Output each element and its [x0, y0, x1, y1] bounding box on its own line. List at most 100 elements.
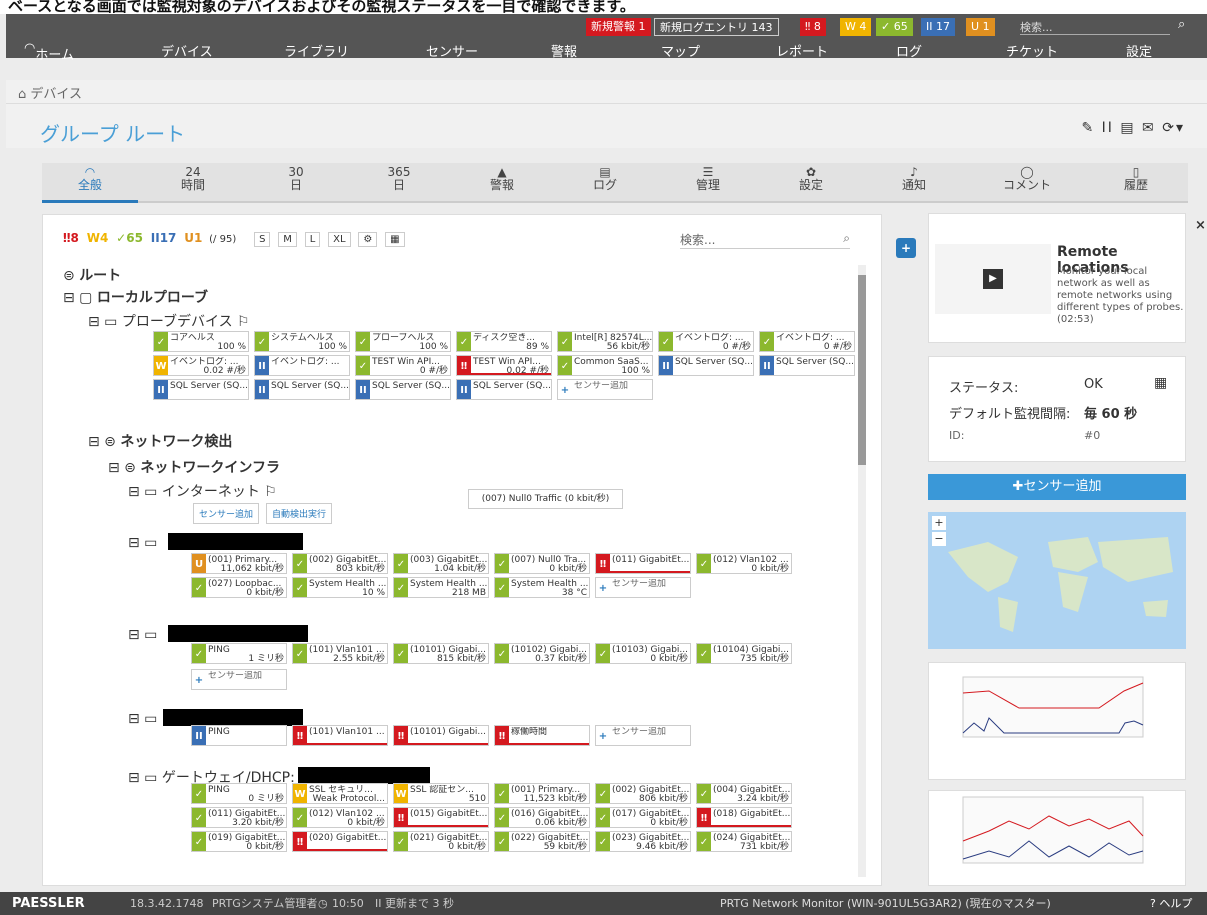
- sensor-tile[interactable]: II SQL Server (SQ...: [456, 379, 552, 400]
- sensor-tile[interactable]: ✓ (10102) Gigabi... 0.37 kbit/秒: [494, 643, 590, 664]
- nav-setup[interactable]: 設定: [1126, 41, 1152, 60]
- nav-devices[interactable]: デバイス: [161, 41, 213, 60]
- sensor-tile[interactable]: ✓ PING 1 ミリ秒: [191, 643, 287, 664]
- sensor-tile[interactable]: ✓ (027) Loopbac... 0 kbit/秒: [191, 577, 287, 598]
- nav-logs[interactable]: ログ: [896, 41, 922, 60]
- size-m-button[interactable]: M: [278, 232, 297, 247]
- nav-alarms[interactable]: 警報: [551, 41, 577, 60]
- nav-reports[interactable]: レポート: [776, 41, 828, 60]
- sensor-tile[interactable]: ✓ Common SaaS... 100 %: [557, 355, 653, 376]
- add-sensor-tile[interactable]: + センサー追加: [191, 669, 287, 690]
- filter-up[interactable]: ✓65: [116, 231, 143, 245]
- sensor-tile[interactable]: ✓ (024) GigabitEt... 731 kbit/秒: [696, 831, 792, 852]
- zoom-in-button[interactable]: +: [932, 516, 946, 530]
- sensor-tile[interactable]: II イベントログ: ...: [254, 355, 350, 376]
- search-icon[interactable]: ⌕: [843, 231, 850, 246]
- sensor-tile[interactable]: ✓ (023) GigabitEt... 9.46 kbit/秒: [595, 831, 691, 852]
- tab-30d[interactable]: 30 日: [248, 166, 344, 192]
- sensor-tile[interactable]: II SQL Server (SQ...: [658, 355, 754, 376]
- sensor-tile[interactable]: ‼ (018) GigabitEt...: [696, 807, 792, 828]
- sensor-tile[interactable]: ✓ イベントログ: ... 0 #/秒: [759, 331, 855, 352]
- sensor-tile[interactable]: ‼ 稼働時間: [494, 725, 590, 746]
- sensor-tile[interactable]: ✓ PING 0 ミリ秒: [191, 783, 287, 804]
- tree-internet[interactable]: ⊟ ▭ インターネット ⚐: [128, 481, 277, 501]
- tab-settings[interactable]: ✿ 設定: [763, 166, 859, 192]
- tab-log[interactable]: ▤ ログ: [557, 166, 653, 192]
- tree-root[interactable]: ⊜ ルート: [63, 265, 121, 285]
- add-sensor-button[interactable]: センサー追加: [193, 503, 260, 524]
- nav-home[interactable]: ◠ ホーム: [24, 41, 74, 63]
- sensor-tile[interactable]: ✓ System Health ... 10 %: [292, 577, 388, 598]
- tab-overview[interactable]: ◠ 全般: [42, 166, 138, 203]
- tree-network-infra[interactable]: ⊟ ⊜ ネットワークインフラ: [108, 457, 280, 477]
- filter-warning[interactable]: W4: [87, 231, 109, 245]
- sensor-tile[interactable]: W SSL セキュリ... Weak Protocol...: [292, 783, 388, 804]
- add-sensor-tile[interactable]: + センサー追加: [595, 577, 691, 598]
- sensor-tile[interactable]: ✓ System Health ... 218 MB: [393, 577, 489, 598]
- add-sensor-tile[interactable]: + センサー追加: [557, 379, 653, 400]
- sensor-tile[interactable]: II SQL Server (SQ...: [355, 379, 451, 400]
- help-link[interactable]: ? ヘルプ: [1150, 892, 1192, 915]
- sensor-tile[interactable]: ✓ (007) Null0 Tra... 0 kbit/秒: [494, 553, 590, 574]
- zoom-out-button[interactable]: −: [932, 532, 946, 546]
- sensor-tile[interactable]: ✓ (003) GigabitEt... 1.04 kbit/秒: [393, 553, 489, 574]
- footer-user[interactable]: PRTGシステム管理者: [212, 892, 317, 915]
- sensor-tile[interactable]: ✓ (011) GigabitEt... 3.20 kbit/秒: [191, 807, 287, 828]
- gear-icon[interactable]: ⚙: [358, 232, 378, 247]
- sensor-tile[interactable]: U (001) Primary... 11,062 kbit/秒: [191, 553, 287, 574]
- add-widget-button[interactable]: +: [896, 238, 916, 258]
- tab-365d[interactable]: 365 日: [351, 166, 447, 192]
- sensor-tile[interactable]: ✓ System Health ... 38 °C: [494, 577, 590, 598]
- paused-badge[interactable]: II 17: [921, 18, 955, 36]
- search-icon[interactable]: ⌕: [1178, 17, 1185, 32]
- sensor-tile[interactable]: W イベントログ: ... 0.02 #/秒: [153, 355, 249, 376]
- auto-discovery-button[interactable]: 自動検出実行: [266, 503, 333, 524]
- tab-24h[interactable]: 24 時間: [145, 166, 241, 192]
- sensor-tile[interactable]: ‼ (015) GigabitEt...: [393, 807, 489, 828]
- sensor-tile[interactable]: ✓ (004) GigabitEt... 3.24 kbit/秒: [696, 783, 792, 804]
- size-l-button[interactable]: L: [304, 232, 321, 247]
- add-sensor-main-button[interactable]: ✚センサー追加: [928, 474, 1186, 500]
- down-badge[interactable]: ‼ 8: [800, 18, 826, 36]
- tree-search-input[interactable]: 検索... ⌕: [680, 231, 850, 249]
- tree-scrollbar[interactable]: [858, 265, 866, 877]
- sensor-tile[interactable]: ✓ (022) GigabitEt... 59 kbit/秒: [494, 831, 590, 852]
- sensor-tile[interactable]: ✓ (016) GigabitEt... 0.06 kbit/秒: [494, 807, 590, 828]
- tab-alarms[interactable]: ▲ 警報: [454, 166, 550, 192]
- tree-network-discovery[interactable]: ⊟ ⊜ ネットワーク検出: [88, 431, 232, 451]
- tab-notifications[interactable]: ♪ 通知: [866, 166, 962, 192]
- top-search-input[interactable]: 検索...: [1020, 19, 1170, 35]
- play-icon[interactable]: ▶: [983, 269, 1003, 289]
- sensor-tile[interactable]: ✓ (10104) Gigabi... 735 kbit/秒: [696, 643, 792, 664]
- sensor-tile[interactable]: ‼ (10101) Gigabi...: [393, 725, 489, 746]
- nav-libraries[interactable]: ライブラリ: [284, 41, 349, 60]
- sensor-tile[interactable]: II SQL Server (SQ...: [759, 355, 855, 376]
- sensor-tile[interactable]: ✓ (012) Vlan102 ... 0 kbit/秒: [292, 807, 388, 828]
- filter-down[interactable]: ‼8: [63, 231, 79, 245]
- pause-refresh-button[interactable]: II 更新まで 3 秒: [375, 892, 454, 915]
- nav-tickets[interactable]: チケット: [1006, 41, 1058, 60]
- tree-probe-device[interactable]: ⊟ ▭ プローブデバイス ⚐: [88, 311, 250, 331]
- tab-comments[interactable]: ◯ コメント: [979, 166, 1075, 192]
- sensor-tile[interactable]: II PING: [191, 725, 287, 746]
- sensor-tile[interactable]: ✓ システムヘルス 100 %: [254, 331, 350, 352]
- up-badge[interactable]: ✓ 65: [876, 18, 913, 36]
- world-map[interactable]: + −: [928, 512, 1186, 649]
- sensor-tile[interactable]: ✓ Intel[R] 82574L... 56 kbit/秒: [557, 331, 653, 352]
- sensor-tile[interactable]: ‼ (101) Vlan101 ...: [292, 725, 388, 746]
- qr-code-icon[interactable]: ▦: [1154, 375, 1167, 391]
- sensor-tile[interactable]: ✓ プローブヘルス 100 %: [355, 331, 451, 352]
- sensor-tile[interactable]: ✓ (001) Primary... 11,523 kbit/秒: [494, 783, 590, 804]
- chart-24h[interactable]: [928, 662, 1186, 780]
- sensor-tile[interactable]: ✓ (012) Vlan102 ... 0 kbit/秒: [696, 553, 792, 574]
- size-s-button[interactable]: S: [254, 232, 271, 247]
- filter-unusual[interactable]: U1: [184, 231, 202, 245]
- close-icon[interactable]: ×: [1195, 218, 1206, 233]
- new-alarms-badge[interactable]: 新規警報 1: [586, 18, 651, 36]
- nav-sensors[interactable]: センサー: [426, 41, 478, 60]
- add-sensor-tile[interactable]: + センサー追加: [595, 725, 691, 746]
- sensor-tile[interactable]: II SQL Server (SQ...: [153, 379, 249, 400]
- warning-badge[interactable]: W 4: [840, 18, 872, 36]
- title-toolbar[interactable]: ✎ II ▤ ✉ ⟳▾: [1081, 120, 1185, 136]
- tree-local-probe[interactable]: ⊟ ▢ ローカルプローブ: [63, 287, 208, 307]
